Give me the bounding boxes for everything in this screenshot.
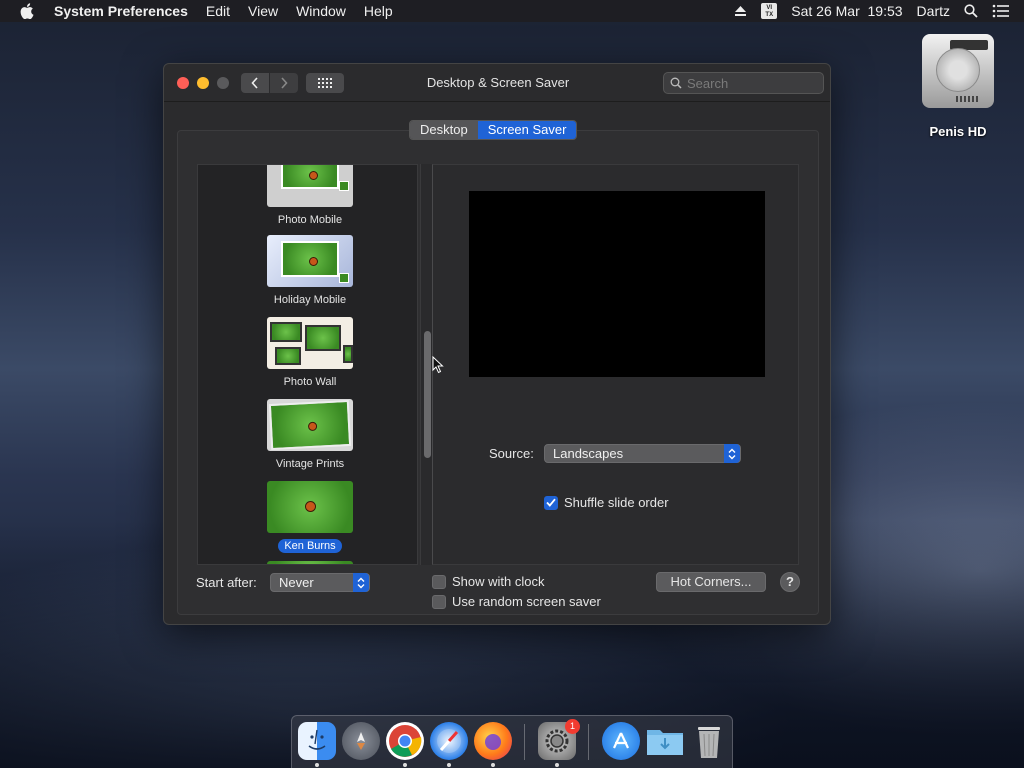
list-item-photo-mobile[interactable]: Photo Mobile: [260, 165, 360, 227]
list-item-holiday-mobile[interactable]: Holiday Mobile: [260, 235, 360, 307]
show-clock-row[interactable]: Show with clock: [432, 574, 544, 589]
search-icon: [670, 77, 682, 89]
safari-icon[interactable]: [430, 722, 468, 760]
source-popup[interactable]: Landscapes: [544, 444, 741, 463]
running-indicator: [491, 763, 495, 767]
launchpad-icon[interactable]: [342, 722, 380, 760]
menu-app-name[interactable]: System Preferences: [54, 3, 188, 19]
menu-view[interactable]: View: [248, 3, 278, 19]
list-item-photo-wall[interactable]: Photo Wall: [260, 317, 360, 389]
menu-edit[interactable]: Edit: [206, 3, 230, 19]
mouse-cursor-icon: [432, 355, 444, 377]
screen-saver-label: Photo Mobile: [277, 214, 343, 226]
tab-desktop[interactable]: Desktop: [410, 121, 478, 139]
random-saver-checkbox[interactable]: [432, 594, 446, 609]
disk-label: Penis HD: [929, 124, 987, 139]
spotlight-search-icon[interactable]: [964, 4, 978, 18]
hot-corners-button[interactable]: Hot Corners...: [656, 572, 766, 592]
dock-separator: [524, 724, 525, 760]
desktop-disk[interactable]: Penis HD: [918, 34, 998, 139]
screen-saver-thumbnail: [267, 165, 353, 207]
shuffle-checkbox-row[interactable]: Shuffle slide order: [544, 495, 669, 510]
list-item-vintage-prints[interactable]: Vintage Prints: [260, 399, 360, 471]
running-indicator: [315, 763, 319, 767]
running-indicator: [555, 763, 559, 767]
menu-bar: System Preferences Edit View Window Help…: [0, 0, 1024, 22]
downloads-folder-icon[interactable]: [646, 722, 684, 760]
screen-saver-thumbnail: [267, 561, 353, 564]
source-value: Landscapes: [553, 446, 624, 461]
running-indicator: [403, 763, 407, 767]
hard-drive-icon: [922, 34, 994, 108]
system-preferences-icon[interactable]: 1: [538, 719, 580, 760]
show-clock-label: Show with clock: [452, 574, 545, 589]
finder-icon[interactable]: [298, 722, 336, 760]
preferences-window: Desktop & Screen Saver Desktop Screen Sa…: [163, 63, 831, 625]
up-down-chevron-icon: [724, 444, 740, 463]
screen-saver-list[interactable]: Photo Mobile Holiday Mobile Photo Wall V…: [197, 164, 418, 565]
apple-menu-icon[interactable]: [18, 2, 36, 20]
screen-saver-label-selected: Ken Burns: [278, 539, 342, 553]
search-input[interactable]: [687, 75, 817, 91]
start-after-label: Start after:: [196, 575, 257, 590]
list-item-next[interactable]: [260, 561, 360, 564]
eject-icon[interactable]: [734, 5, 747, 17]
list-item-ken-burns[interactable]: Ken Burns: [260, 481, 360, 553]
shuffle-label: Shuffle slide order: [564, 495, 669, 510]
app-store-icon[interactable]: [602, 722, 640, 760]
start-after-popup[interactable]: Never: [270, 573, 370, 592]
chrome-icon[interactable]: [386, 722, 424, 760]
menu-window[interactable]: Window: [296, 3, 346, 19]
screen-saver-label: Holiday Mobile: [273, 294, 347, 306]
screen-saver-label: Photo Wall: [283, 376, 337, 388]
screen-saver-label: Vintage Prints: [275, 458, 345, 470]
start-after-value: Never: [279, 575, 314, 590]
help-button[interactable]: ?: [780, 572, 800, 592]
notification-center-icon[interactable]: [992, 4, 1010, 18]
scrollbar-thumb[interactable]: [424, 331, 431, 458]
title-bar[interactable]: Desktop & Screen Saver: [164, 64, 830, 102]
firefox-icon[interactable]: [474, 722, 512, 760]
menu-help[interactable]: Help: [364, 3, 393, 19]
checkmark-icon: [546, 498, 556, 507]
dock: 1: [291, 715, 733, 768]
show-clock-checkbox[interactable]: [432, 574, 446, 589]
notification-badge: 1: [565, 719, 580, 734]
screen-saver-thumbnail: [267, 317, 353, 369]
screen-saver-thumbnail: [267, 399, 353, 451]
random-saver-label: Use random screen saver: [452, 594, 601, 609]
running-indicator: [447, 763, 451, 767]
menubar-clock[interactable]: Sat 26 Mar 19:53: [791, 3, 902, 19]
random-saver-row[interactable]: Use random screen saver: [432, 594, 601, 609]
trash-icon[interactable]: [690, 722, 728, 760]
up-down-chevron-icon: [353, 573, 369, 592]
search-field[interactable]: [663, 72, 824, 94]
tab-bar: Desktop Screen Saver: [409, 120, 578, 140]
shuffle-checkbox[interactable]: [544, 495, 558, 510]
screen-saver-thumbnail: [267, 481, 353, 533]
tab-screen-saver[interactable]: Screen Saver: [477, 121, 577, 139]
dock-separator: [588, 724, 589, 760]
input-source-icon[interactable]: VI TX: [761, 3, 778, 19]
screen-saver-preview: [469, 191, 765, 377]
menubar-user[interactable]: Dartz: [917, 3, 950, 19]
screen-saver-thumbnail: [267, 235, 353, 287]
source-label: Source:: [489, 446, 534, 461]
